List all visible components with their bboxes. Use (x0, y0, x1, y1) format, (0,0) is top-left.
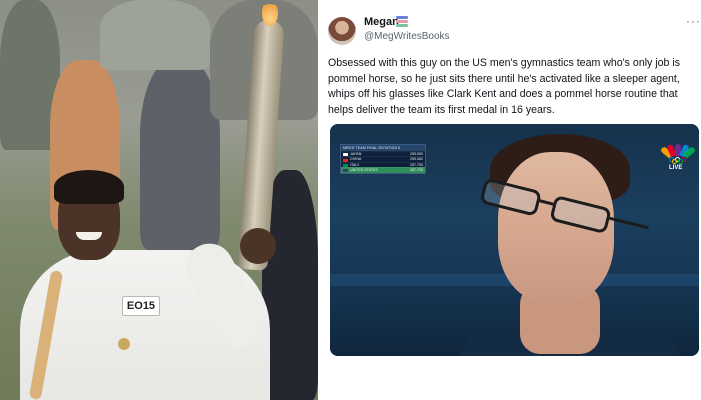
torchbearer-smile (76, 232, 102, 240)
nbc-peacock-icon (659, 142, 697, 159)
glasses-bridge (539, 199, 554, 206)
torchbearer-hair (54, 170, 124, 204)
tweet-card[interactable]: Megan @MegWritesBooks ··· Obsessed with … (318, 0, 701, 400)
country-flag-icon (343, 169, 348, 173)
scoreboard-row: ITALY 257.793 (341, 161, 425, 167)
scoreboard-row: JAPAN 259.593 (341, 151, 425, 157)
scoreboard-score: 259.593 (410, 152, 423, 156)
scoreboard-country: JAPAN (350, 152, 362, 156)
live-label: LIVE (669, 165, 683, 171)
torchbearer-hand (240, 228, 276, 264)
country-flag-icon (343, 158, 348, 162)
scoreboard-score: 257.793 (410, 168, 423, 173)
scoreboard-country: ITALY (350, 162, 360, 167)
scoreboard-country: UNITED STATES (350, 168, 378, 173)
avatar[interactable] (328, 17, 356, 45)
bib-badge: EO15 (122, 296, 160, 316)
more-icon[interactable]: ··· (686, 14, 701, 28)
display-name[interactable]: Megan (364, 16, 399, 28)
tweet-text: Obsessed with this guy on the US men's g… (328, 57, 681, 116)
torch-flame (262, 0, 278, 26)
crowd-silhouette (100, 0, 210, 70)
country-flag-icon (343, 153, 348, 157)
scoreboard-country: CHINA (350, 157, 362, 162)
scoreboard-score: 259.062 (410, 157, 423, 162)
user-handle[interactable]: @MegWritesBooks (364, 31, 450, 42)
scoreboard: MEN'S TEAM FINAL ROTATION 6 JAPAN 259.593… (340, 144, 426, 174)
scoreboard-row: CHINA 259.062 (341, 156, 425, 162)
torchbearer-photo: EO15 (0, 0, 318, 400)
olympic-rings-icon (669, 157, 687, 164)
scoreboard-row: UNITED STATES 257.793 (341, 167, 425, 173)
jacket-emblem (118, 338, 130, 350)
country-flag-icon (343, 163, 348, 167)
scoreboard-score: 257.793 (410, 162, 423, 167)
books-emoji-icon (396, 16, 408, 28)
tweet-media[interactable]: MEN'S TEAM FINAL ROTATION 6 JAPAN 259.593… (330, 124, 699, 356)
crowd-silhouette (140, 60, 220, 250)
